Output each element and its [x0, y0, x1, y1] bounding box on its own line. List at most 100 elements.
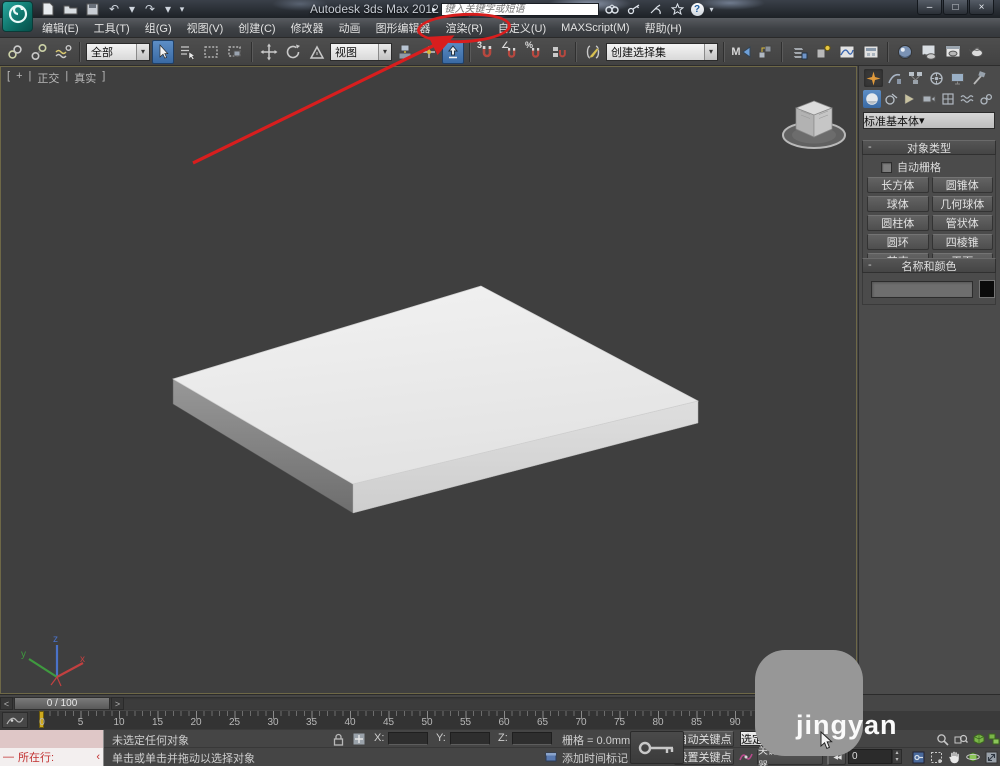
open-mini-curve-editor-button[interactable]	[2, 712, 28, 728]
schematic-view-icon[interactable]	[860, 40, 882, 64]
snaps-toggle-icon[interactable]: 3	[476, 40, 498, 64]
button-box[interactable]: 长方体	[867, 177, 929, 193]
object-color-swatch[interactable]	[979, 280, 995, 298]
maximize-viewport-toggle-icon[interactable]	[983, 749, 1000, 765]
align-icon[interactable]	[754, 40, 776, 64]
help-dropdown-icon[interactable]: ▾	[708, 2, 716, 16]
spinner-down-icon[interactable]: ▾	[895, 757, 898, 764]
button-torus[interactable]: 圆环	[867, 234, 929, 250]
favorites-star-icon[interactable]	[669, 2, 687, 16]
add-time-tag[interactable]: 添加时间标记	[562, 750, 628, 766]
bind-to-space-warp-icon[interactable]	[52, 40, 74, 64]
absolute-mode-transform-icon[interactable]	[350, 731, 367, 747]
rectangular-selection-region-icon[interactable]	[200, 40, 222, 64]
y-coordinate-field[interactable]	[450, 732, 490, 745]
menu-item-create[interactable]: 创建(C)	[234, 18, 279, 38]
menu-item-maxscript[interactable]: MAXScript(M)	[557, 20, 633, 36]
autogrid-checkbox[interactable]	[881, 162, 892, 173]
set-keys-button[interactable]	[630, 731, 684, 764]
viewcube[interactable]	[776, 93, 852, 151]
subtab-lights[interactable]	[901, 90, 919, 108]
menu-item-rendering[interactable]: 渲染(R)	[442, 18, 487, 38]
material-editor-icon[interactable]	[894, 40, 916, 64]
help-icon[interactable]: ?	[691, 3, 704, 16]
button-sphere[interactable]: 球体	[867, 196, 929, 212]
select-and-scale-icon[interactable]	[306, 40, 328, 64]
selection-lock-icon[interactable]	[331, 731, 346, 747]
menu-item-graph-editors[interactable]: 图形编辑器	[372, 18, 435, 38]
object-name-field[interactable]	[871, 281, 973, 298]
new-key-curve-icon[interactable]	[738, 749, 754, 765]
select-by-name-icon[interactable]	[176, 40, 198, 64]
keyboard-shortcut-override-button[interactable]	[442, 40, 464, 64]
spinner-up-icon[interactable]: ▴	[895, 750, 898, 757]
frame-spinner[interactable]: ▴▾	[892, 749, 902, 764]
zoom-extents-icon[interactable]	[970, 731, 987, 747]
render-setup-icon[interactable]	[918, 40, 940, 64]
subtab-systems[interactable]	[977, 90, 995, 108]
layer-manager-icon[interactable]	[788, 40, 810, 64]
menu-item-edit[interactable]: 编辑(E)	[38, 18, 83, 38]
select-and-link-icon[interactable]	[4, 40, 26, 64]
rollout-object-type[interactable]: - 对象类型	[862, 140, 996, 155]
select-and-manipulate-icon[interactable]	[418, 40, 440, 64]
spinner-snap-toggle-icon[interactable]	[548, 40, 570, 64]
x-coordinate-field[interactable]	[388, 732, 428, 745]
zoom-icon[interactable]	[934, 731, 951, 747]
tab-display[interactable]	[948, 69, 967, 87]
box-object[interactable]	[1, 67, 856, 693]
menu-item-modifiers[interactable]: 修改器	[287, 18, 328, 38]
select-and-move-icon[interactable]	[258, 40, 280, 64]
menu-item-customize[interactable]: 自定义(U)	[494, 18, 550, 38]
perspective-viewport[interactable]: [ + | 正交 | 真实 ]	[0, 66, 857, 694]
application-menu-button[interactable]	[2, 1, 33, 32]
track-bar-ruler[interactable]: 0 5 10 15 20 25 30 35 40 45 50 55 60 65 …	[30, 711, 788, 729]
communication-center-icon[interactable]	[647, 2, 665, 16]
search-expand-icon[interactable]: ▸	[432, 4, 437, 15]
reference-coordinate-system-dropdown[interactable]: 视图 ▾	[330, 43, 392, 61]
undo-icon[interactable]: ↶	[106, 2, 122, 16]
time-slider-handle[interactable]: 0 / 100	[14, 697, 110, 710]
listener-scroll-icon[interactable]: ‹	[96, 751, 100, 763]
subscription-key-icon[interactable]	[625, 2, 643, 16]
current-frame-field[interactable]	[848, 749, 892, 764]
time-slider-track[interactable]	[0, 697, 858, 710]
selection-filter-dropdown[interactable]: 全部 ▾	[86, 43, 150, 61]
subtab-cameras[interactable]	[920, 90, 938, 108]
minimize-button[interactable]: –	[917, 0, 942, 15]
use-pivot-point-icon[interactable]	[394, 40, 416, 64]
zoom-region-icon[interactable]	[928, 749, 945, 765]
rollout-name-color[interactable]: - 名称和颜色	[862, 258, 996, 273]
button-geosphere[interactable]: 几何球体	[932, 196, 994, 212]
select-object-button[interactable]	[152, 40, 174, 64]
subtab-geometry[interactable]	[863, 90, 881, 108]
menu-item-group[interactable]: 组(G)	[141, 18, 176, 38]
subtab-space-warps[interactable]	[958, 90, 976, 108]
menu-item-views[interactable]: 视图(V)	[183, 18, 228, 38]
render-production-icon[interactable]	[966, 40, 988, 64]
tab-modify[interactable]	[885, 69, 904, 87]
tab-create[interactable]	[864, 69, 883, 87]
zoom-all-icon[interactable]	[952, 731, 969, 747]
unlink-selection-icon[interactable]	[28, 40, 50, 64]
button-pyramid[interactable]: 四棱锥	[932, 234, 994, 250]
button-cylinder[interactable]: 圆柱体	[867, 215, 929, 231]
maximize-button[interactable]: □	[943, 0, 968, 15]
button-tube[interactable]: 管状体	[932, 215, 994, 231]
primitive-category-dropdown[interactable]: 标准基本体 ▾	[863, 112, 995, 129]
maxscript-listener-macro-line[interactable]	[0, 730, 104, 748]
next-frame-button[interactable]: >	[111, 697, 124, 710]
search-binoculars-icon[interactable]	[603, 2, 621, 16]
viewcube-cube[interactable]	[796, 101, 832, 137]
rendered-frame-window-icon[interactable]	[942, 40, 964, 64]
angle-snap-toggle-icon[interactable]: ∠	[500, 40, 522, 64]
curve-editor-icon[interactable]	[836, 40, 858, 64]
zoom-extents-all-icon[interactable]	[988, 731, 1000, 747]
subtab-helpers[interactable]	[939, 90, 957, 108]
subtab-shapes[interactable]	[882, 90, 900, 108]
pan-hand-icon[interactable]	[946, 749, 963, 765]
key-mode-toggle-icon[interactable]	[910, 749, 927, 765]
redo-icon[interactable]: ↷	[142, 2, 158, 16]
mirror-icon[interactable]: M	[730, 40, 752, 64]
new-file-icon[interactable]	[40, 2, 56, 16]
